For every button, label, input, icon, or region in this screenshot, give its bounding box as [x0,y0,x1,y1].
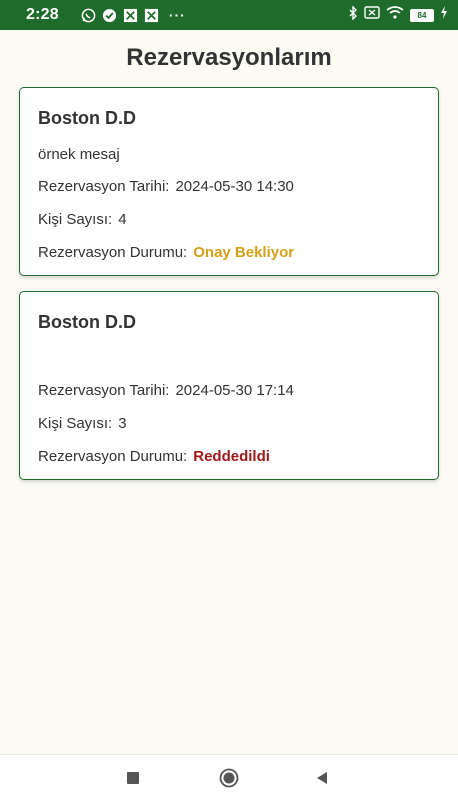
status-time: 2:28 [26,6,59,23]
reservation-status-row: Rezervasyon Durumu: Onay Bekliyor [38,244,294,261]
status-badge: Reddedildi [193,448,270,465]
venue-name: Boston D.D [38,312,136,332]
navigation-bar [0,754,458,799]
home-button[interactable] [219,768,239,788]
people-count-label: Kişi Sayısı: [38,415,113,432]
reservation-date-label: Rezervasyon Tarihi: [38,382,170,399]
people-count-row: Kişi Sayısı: 3 [38,415,127,432]
reservation-date-value: 2024-05-30 14:30 [175,178,294,195]
reservation-status-label: Rezervasyon Durumu: [38,244,188,261]
reservation-date-label: Rezervasyon Tarihi: [38,178,170,195]
system-icons: 84 [348,4,448,25]
people-count-value: 3 [118,415,127,432]
bluetooth-icon [348,4,358,25]
reservation-message: örnek mesaj [38,146,120,163]
status-bar: 2:28 ··· 84 [0,0,458,30]
reservation-date-row: Rezervasyon Tarihi: 2024-05-30 14:30 [38,178,294,195]
reservation-status-label: Rezervasyon Durumu: [38,448,188,465]
more-notifications: ··· [168,7,186,23]
check-circle-icon [102,8,117,23]
reservation-date-row: Rezervasyon Tarihi: 2024-05-30 17:14 [38,382,294,399]
sim-icon [364,6,380,24]
people-count-label: Kişi Sayısı: [38,211,113,228]
venue-name: Boston D.D [38,108,136,128]
reservation-date-value: 2024-05-30 17:14 [175,382,294,399]
recent-apps-button[interactable] [123,768,143,788]
reservation-status-row: Rezervasyon Durumu: Reddedildi [38,448,270,465]
app-icon [123,8,138,23]
app-icon [144,8,159,23]
reservation-card[interactable]: Boston D.D örnek mesaj Rezervasyon Tarih… [19,87,439,276]
status-badge: Onay Bekliyor [193,244,295,261]
charging-icon [440,6,448,24]
reservation-card[interactable]: Boston D.D Rezervasyon Tarihi: 2024-05-30… [19,291,439,480]
back-button[interactable] [312,768,332,788]
people-count-row: Kişi Sayısı: 4 [38,211,127,228]
whatsapp-icon [81,8,96,23]
notification-icons: ··· [81,7,186,23]
people-count-value: 4 [118,211,127,228]
battery-icon: 84 [410,8,434,22]
wifi-icon [386,6,404,24]
page-title: Rezervasyonlarım [126,44,332,71]
